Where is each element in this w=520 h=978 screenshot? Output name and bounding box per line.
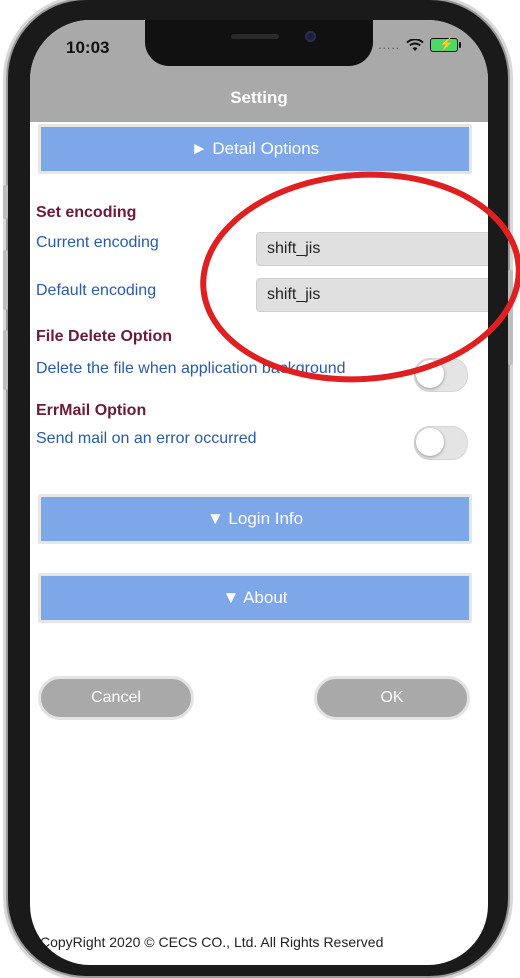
- file-delete-heading: File Delete Option: [36, 328, 173, 345]
- detail-options-button[interactable]: ► Detail Options: [38, 124, 472, 174]
- cancel-button[interactable]: Cancel: [38, 676, 194, 720]
- wifi-icon: [406, 38, 424, 52]
- login-info-button[interactable]: ▼ Login Info: [38, 494, 472, 544]
- ok-button[interactable]: OK: [314, 676, 470, 720]
- about-button[interactable]: ▼ About: [38, 573, 472, 623]
- volume-down-button: [3, 330, 8, 390]
- camera-icon: [305, 31, 316, 42]
- set-encoding-heading: Set encoding: [36, 204, 137, 221]
- signal-dots: .....: [378, 38, 400, 52]
- volume-up-button: [3, 250, 8, 310]
- errmail-heading: ErrMail Option: [36, 402, 147, 419]
- silent-switch: [3, 185, 8, 219]
- page-title: Setting: [230, 88, 288, 107]
- default-encoding-label: Default encoding: [36, 282, 157, 299]
- errmail-toggle[interactable]: [414, 426, 468, 460]
- notch: [145, 20, 373, 66]
- speaker-grille: [231, 34, 279, 39]
- status-icons: ..... ⚡: [378, 37, 461, 52]
- nav-bar: Setting: [30, 72, 488, 122]
- current-encoding-label: Current encoding: [36, 234, 159, 251]
- copyright-footer: CopyRight 2020 © CECS CO., Ltd. All Righ…: [40, 934, 384, 950]
- errmail-description: Send mail on an error occurred: [36, 430, 257, 447]
- toggle-knob: [416, 428, 444, 456]
- app-screen: 10:03 ..... ⚡ Setting ► Detail Options S…: [30, 20, 488, 965]
- status-time: 10:03: [66, 38, 110, 57]
- battery-charging-icon: ⚡: [430, 37, 461, 52]
